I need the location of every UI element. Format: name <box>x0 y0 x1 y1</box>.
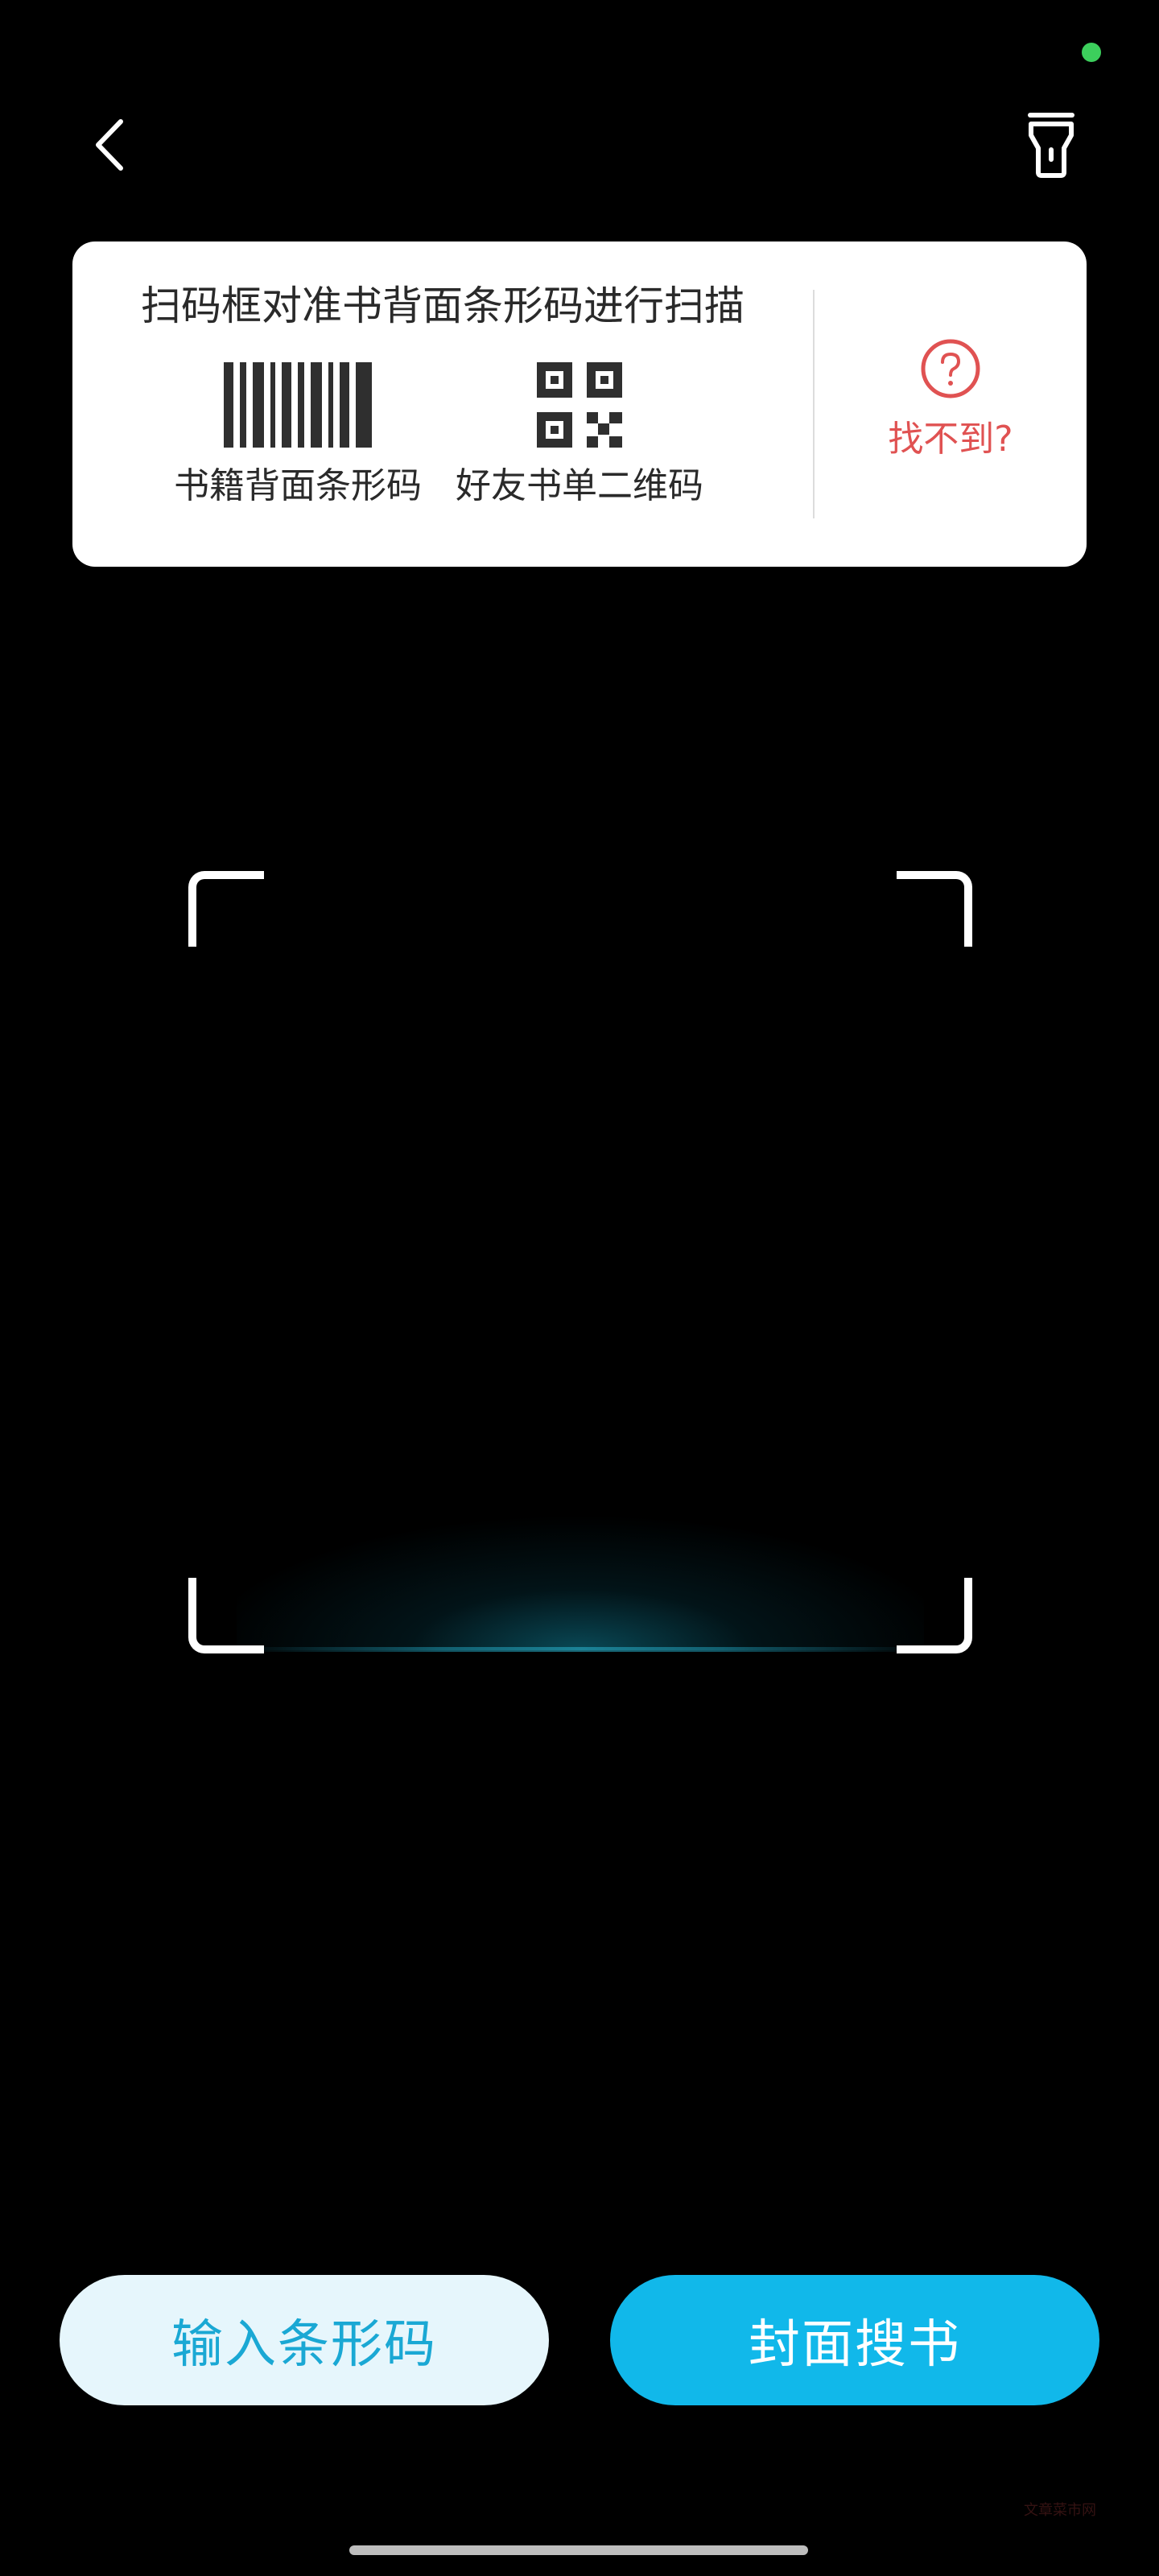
hint-title: 扫码框对准书背面条形码进行扫描 <box>141 283 744 329</box>
qr-code-option-label: 好友书单二维码 <box>456 465 703 506</box>
barcode-icon <box>224 362 372 448</box>
scan-frame <box>188 871 972 1653</box>
help-label: 找不到? <box>888 419 1013 460</box>
qr-code-icon <box>537 362 622 448</box>
scan-line <box>237 1647 924 1652</box>
back-button[interactable] <box>77 105 142 185</box>
scan-frame-corner-bottom-left <box>188 1578 264 1653</box>
watermark: 文章菜市网 <box>1024 2502 1096 2519</box>
scanner-screen: 扫码框对准书背面条形码进行扫描 书籍背面条形码 好友书单二维码 找不到? 输入条… <box>0 0 1159 2576</box>
input-barcode-button[interactable]: 输入条形码 <box>60 2275 549 2405</box>
question-circle-icon <box>921 339 980 398</box>
cover-search-button[interactable]: 封面搜书 <box>610 2275 1099 2405</box>
privacy-indicator-dot <box>1082 43 1101 62</box>
flashlight-button[interactable] <box>1011 105 1091 185</box>
scan-glow <box>237 1515 924 1650</box>
scan-frame-corner-bottom-right <box>897 1578 972 1653</box>
cannot-find-help-button[interactable]: 找不到? <box>815 290 1087 518</box>
scan-frame-corner-top-right <box>897 871 972 947</box>
scan-hint-card: 扫码框对准书背面条形码进行扫描 书籍背面条形码 好友书单二维码 找不到? <box>72 242 1087 567</box>
chevron-left-icon <box>96 119 123 171</box>
qr-code-option: 好友书单二维码 <box>406 362 753 509</box>
flashlight-icon <box>1028 113 1074 178</box>
home-indicator[interactable] <box>349 2545 808 2555</box>
scan-frame-corner-top-left <box>188 871 264 947</box>
